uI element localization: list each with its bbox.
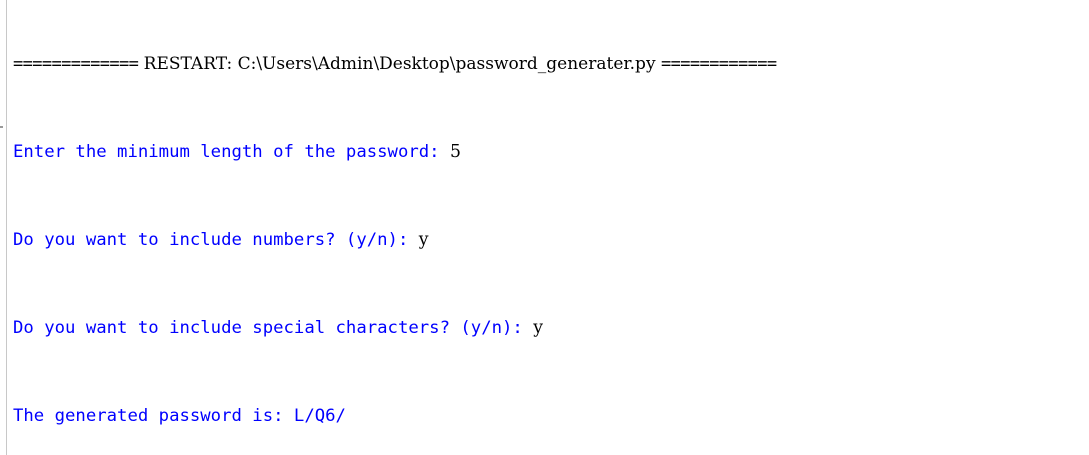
output-line: Do you want to include numbers? (y/n): y <box>13 229 1089 251</box>
restart-path: C:\Users\Admin\Desktop\password_generate… <box>237 54 656 74</box>
output-line: The generated password is: L/Q6/ <box>13 405 1089 427</box>
numbers-input: y <box>418 230 429 250</box>
special-chars-prompt: Do you want to include special character… <box>13 318 534 338</box>
output-line: Do you want to include special character… <box>13 317 1089 339</box>
numbers-prompt: Do you want to include numbers? (y/n): <box>13 230 419 250</box>
gutter-divider <box>6 0 7 455</box>
restart-right-rule: ============ <box>660 54 777 74</box>
min-length-prompt: Enter the minimum length of the password… <box>13 142 450 162</box>
restart-left-rule: ============= <box>13 54 139 74</box>
special-chars-input: y <box>533 318 543 338</box>
restart-label: RESTART: <box>143 54 233 74</box>
prompt-marker <box>0 126 3 128</box>
shell-output[interactable]: ============= RESTART: C:\Users\Admin\De… <box>13 9 1089 455</box>
min-length-input: 5 <box>449 142 461 162</box>
output-line: Enter the minimum length of the password… <box>13 141 1089 163</box>
restart-banner: ============= RESTART: C:\Users\Admin\De… <box>13 53 1089 75</box>
python-shell-window[interactable]: ============= RESTART: C:\Users\Admin\De… <box>0 0 1089 455</box>
generated-password-output: The generated password is: L/Q6/ <box>13 406 346 426</box>
